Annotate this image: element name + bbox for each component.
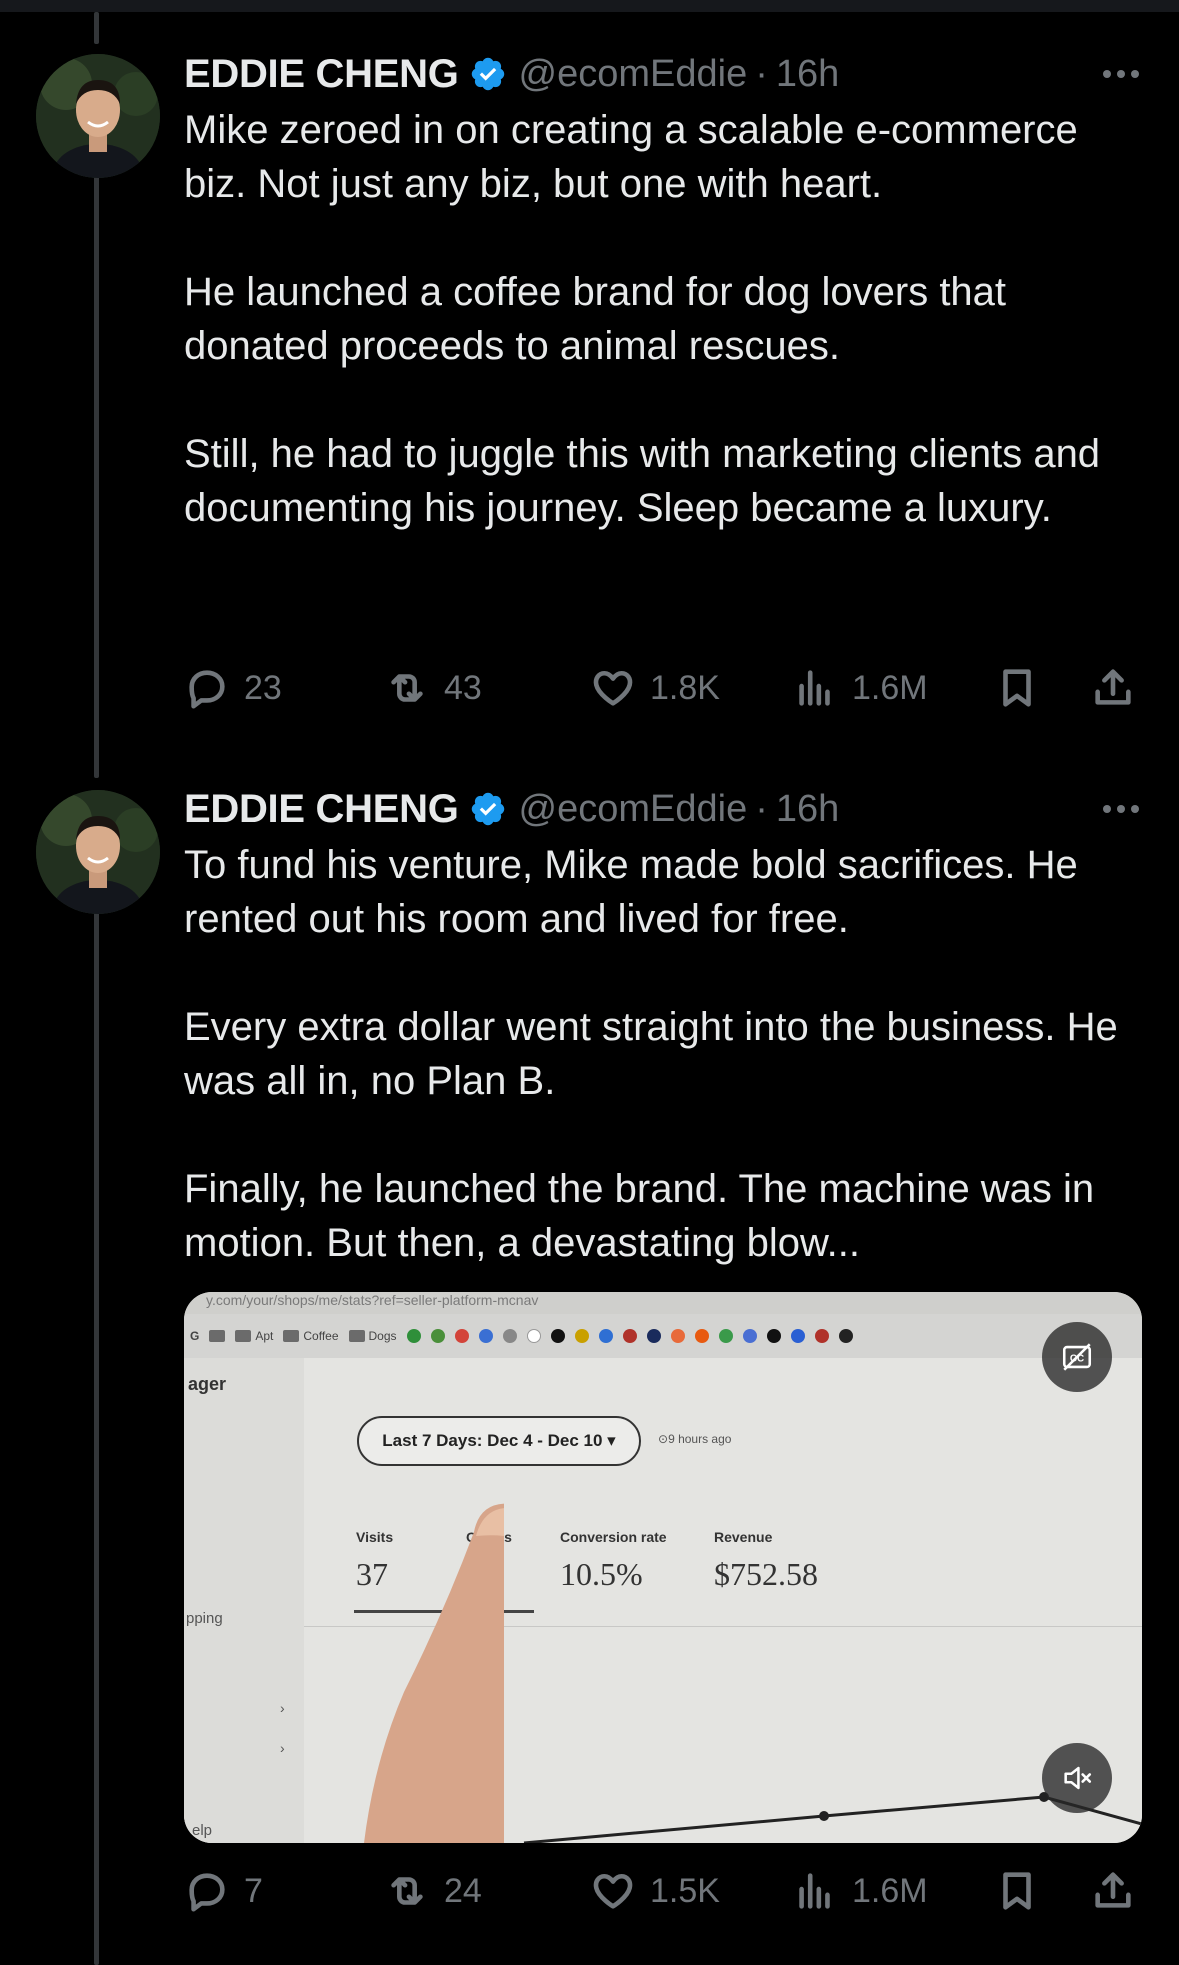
share-button[interactable] <box>1090 1861 1136 1921</box>
views-button[interactable]: 1.6M <box>792 1861 928 1921</box>
share-icon <box>1095 1872 1131 1908</box>
top-bar <box>0 0 1179 12</box>
heart-icon <box>593 1873 633 1909</box>
bookmark-button[interactable] <box>994 658 1040 718</box>
share-icon <box>1095 669 1131 705</box>
views-chart-icon <box>799 670 830 706</box>
pointing-finger <box>364 1503 504 1843</box>
tweet-header: EDDIE CHENG @ecomEddie · 16h <box>184 783 1139 835</box>
like-button[interactable]: 1.8K <box>590 658 720 718</box>
video-player[interactable]: y.com/your/shops/me/stats?ref=seller-pla… <box>184 1292 1142 1843</box>
captions-toggle-button[interactable]: CC <box>1042 1322 1112 1392</box>
heart-icon <box>593 670 633 706</box>
tweet-text: To fund his venture, Mike made bold sacr… <box>184 838 1144 1270</box>
reply-button[interactable]: 7 <box>184 1861 263 1921</box>
separator-dot: · <box>755 52 768 95</box>
repost-count: 24 <box>444 1871 482 1910</box>
volume-muted-icon <box>1064 1766 1092 1790</box>
author-name[interactable]: EDDIE CHENG <box>184 52 459 97</box>
paragraph: Finally, he launched the brand. The mach… <box>184 1167 1095 1265</box>
action-bar: 23 43 1.8K 1.6M <box>184 658 1139 718</box>
like-count: 1.8K <box>650 668 720 707</box>
view-count: 1.6M <box>852 1871 928 1910</box>
like-count: 1.5K <box>650 1871 720 1910</box>
paragraph: Mike zeroed in on creating a scalable e-… <box>184 108 1078 206</box>
timestamp[interactable]: 16h <box>776 53 839 96</box>
paragraph: Every extra dollar went straight into th… <box>184 1005 1118 1103</box>
verified-badge-icon <box>471 57 504 91</box>
share-button[interactable] <box>1090 658 1136 718</box>
thread-line-top <box>94 12 99 44</box>
views-chart-icon <box>799 1873 830 1909</box>
repost-icon <box>391 1877 423 1905</box>
avatar-photo <box>36 54 160 178</box>
reply-count: 7 <box>244 1871 263 1910</box>
avatar[interactable] <box>36 54 160 178</box>
like-button[interactable]: 1.5K <box>590 1861 720 1921</box>
reply-count: 23 <box>244 668 282 707</box>
timestamp[interactable]: 16h <box>776 788 839 831</box>
reply-button[interactable]: 23 <box>184 658 282 718</box>
thread-line-1 <box>94 174 99 778</box>
repost-icon <box>391 674 423 702</box>
reply-icon <box>189 670 225 709</box>
paragraph: Still, he had to juggle this with market… <box>184 432 1101 530</box>
tweet-header: EDDIE CHENG @ecomEddie · 16h <box>184 48 1139 100</box>
more-options-icon[interactable] <box>1103 783 1139 835</box>
views-button[interactable]: 1.6M <box>792 658 928 718</box>
verified-badge-icon <box>471 792 504 826</box>
bookmark-icon <box>1003 669 1031 707</box>
action-bar: 7 24 1.5K 1.6M <box>184 1861 1139 1921</box>
paragraph: He launched a coffee brand for dog lover… <box>184 270 1007 368</box>
repost-count: 43 <box>444 668 482 707</box>
separator-dot: · <box>755 787 768 830</box>
view-count: 1.6M <box>852 668 928 707</box>
mute-toggle-button[interactable] <box>1042 1743 1112 1813</box>
author-handle[interactable]: @ecomEddie <box>519 788 748 831</box>
paragraph: To fund his venture, Mike made bold sacr… <box>184 843 1078 941</box>
thread-line-2 <box>94 908 99 1965</box>
reply-icon <box>189 1873 225 1912</box>
repost-button[interactable]: 43 <box>384 658 482 718</box>
captions-off-icon: CC <box>1062 1343 1092 1371</box>
repost-button[interactable]: 24 <box>384 1861 482 1921</box>
more-options-icon[interactable] <box>1103 48 1139 100</box>
tweet-text: Mike zeroed in on creating a scalable e-… <box>184 103 1144 535</box>
bookmark-button[interactable] <box>994 1861 1040 1921</box>
author-handle[interactable]: @ecomEddie <box>519 53 748 96</box>
avatar-photo <box>36 790 160 914</box>
author-name[interactable]: EDDIE CHENG <box>184 787 459 832</box>
avatar[interactable] <box>36 790 160 914</box>
bookmark-icon <box>1003 1872 1031 1910</box>
video-frame: y.com/your/shops/me/stats?ref=seller-pla… <box>184 1292 1142 1843</box>
